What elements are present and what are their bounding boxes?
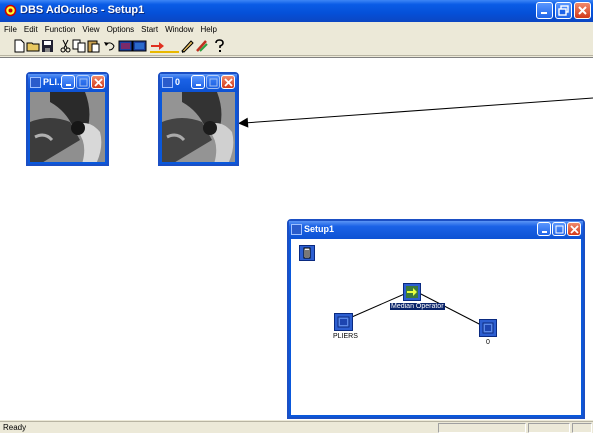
image-button[interactable]	[118, 39, 133, 53]
image-source-icon	[337, 316, 350, 328]
title-bar[interactable]: DBS AdOculos - Setup1	[0, 0, 593, 22]
status-pane-3	[572, 423, 592, 433]
cut-icon	[60, 39, 71, 53]
close-button[interactable]	[221, 75, 235, 89]
menu-help[interactable]: Help	[201, 25, 217, 34]
maximize-icon	[79, 78, 87, 86]
menu-edit[interactable]: Edit	[24, 25, 38, 34]
source-node[interactable]	[334, 313, 353, 331]
app-icon	[4, 4, 17, 17]
setup-window-title: Setup1	[304, 224, 335, 234]
close-icon	[569, 224, 579, 234]
copy-icon	[72, 39, 86, 53]
pencil-button[interactable]	[180, 39, 195, 53]
maximize-button[interactable]	[552, 222, 566, 236]
output-image	[162, 92, 235, 162]
new-icon	[14, 39, 25, 53]
maximize-button[interactable]	[206, 75, 220, 89]
copy-button[interactable]	[72, 39, 87, 53]
undo-button[interactable]	[102, 39, 117, 53]
brush-button[interactable]	[194, 39, 209, 53]
brush-icon	[196, 40, 208, 52]
close-icon	[223, 77, 233, 87]
output-node-label: 0	[486, 339, 490, 346]
new-button[interactable]	[12, 39, 27, 53]
pencil-icon	[181, 40, 194, 53]
setup-window-titlebar[interactable]: Setup1	[289, 221, 583, 239]
menu-options[interactable]: Options	[107, 25, 135, 34]
window-icon	[30, 77, 41, 88]
menu-start[interactable]: Start	[141, 25, 158, 34]
image-output-icon	[482, 322, 494, 334]
minimize-button[interactable]	[536, 2, 553, 19]
minimize-button[interactable]	[537, 222, 551, 236]
open-button[interactable]	[26, 39, 41, 53]
output-window[interactable]: 0	[158, 72, 239, 166]
menu-file[interactable]: File	[4, 25, 17, 34]
close-icon	[578, 6, 587, 15]
run-button[interactable]	[150, 39, 165, 53]
output-node[interactable]	[479, 319, 497, 337]
paste-icon	[87, 40, 100, 53]
status-pane-2	[528, 423, 570, 433]
maximize-button[interactable]	[76, 75, 90, 89]
maximize-icon	[555, 225, 563, 233]
pliers-image-view	[30, 92, 105, 162]
minimize-icon	[195, 83, 201, 86]
mdi-client-area: PLI... 0 Setup1 PLIERS Median Operator 0	[0, 57, 593, 420]
close-button[interactable]	[574, 2, 591, 19]
status-bar: Ready	[0, 421, 593, 433]
window-icon	[291, 224, 302, 235]
undo-icon	[104, 42, 115, 51]
menu-window[interactable]: Window	[165, 25, 193, 34]
operator-node[interactable]	[403, 283, 421, 301]
operator-node-label: Median Operator	[390, 303, 445, 310]
minimize-button[interactable]	[61, 75, 75, 89]
output-window-title: 0	[175, 77, 181, 87]
status-pane-1	[438, 423, 526, 433]
close-icon	[93, 77, 103, 87]
open-icon	[26, 42, 40, 52]
maximize-icon	[209, 78, 217, 86]
app-window: DBS AdOculos - Setup1 File Edit Function…	[0, 0, 593, 433]
step-button[interactable]	[164, 39, 179, 53]
step-icon	[164, 51, 179, 53]
cut-button[interactable]	[58, 39, 73, 53]
save-button[interactable]	[40, 39, 55, 53]
restore-icon	[558, 5, 569, 16]
menu-view[interactable]: View	[82, 25, 99, 34]
window-title: DBS AdOculos - Setup1	[20, 4, 145, 16]
pliers-window-titlebar[interactable]: PLI...	[28, 74, 107, 92]
setup-window[interactable]: Setup1 PLIERS Median Operator 0	[287, 219, 585, 419]
toolbar	[0, 36, 593, 56]
minimize-icon	[65, 83, 71, 86]
image2-button[interactable]	[132, 39, 147, 53]
pliers-image	[30, 92, 105, 162]
window-icon	[162, 77, 173, 88]
output-image-view	[162, 92, 235, 162]
pliers-window[interactable]: PLI...	[26, 72, 109, 166]
image2-icon	[132, 40, 147, 52]
menu-bar: File Edit Function View Options Start Wi…	[0, 22, 593, 36]
help-button[interactable]	[212, 39, 227, 53]
minimize-icon	[541, 12, 547, 14]
minimize-icon	[541, 230, 547, 233]
minimize-button[interactable]	[191, 75, 205, 89]
setup-graph-canvas[interactable]: PLIERS Median Operator 0	[291, 239, 581, 415]
image-icon	[118, 40, 133, 52]
operator-arrow-icon	[406, 286, 418, 298]
trash-icon	[303, 247, 311, 259]
restore-button[interactable]	[555, 2, 572, 19]
paste-button[interactable]	[86, 39, 101, 53]
help-icon	[215, 39, 224, 52]
menu-function[interactable]: Function	[45, 25, 76, 34]
close-button[interactable]	[91, 75, 105, 89]
output-window-titlebar[interactable]: 0	[160, 74, 237, 92]
close-button[interactable]	[567, 222, 581, 236]
run-arrow-icon	[150, 42, 165, 53]
save-icon	[42, 40, 53, 52]
trash-button[interactable]	[299, 245, 315, 261]
source-node-label: PLIERS	[333, 333, 358, 340]
status-text: Ready	[3, 423, 27, 432]
